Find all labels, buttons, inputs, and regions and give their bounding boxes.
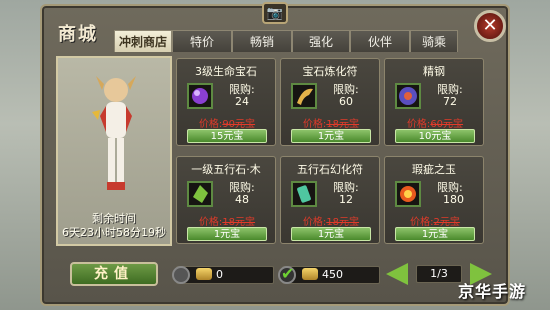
item-card[interactable]: 精钢 限购: 72 价格:60元宝 10元宝 — [384, 58, 484, 146]
steel-orb-icon — [395, 83, 421, 109]
currency-box-1 — [176, 266, 274, 284]
recharge-button[interactable]: 充值 — [70, 262, 158, 286]
buy-button[interactable]: 1元宝 — [395, 227, 475, 241]
item-card[interactable]: 宝石炼化符 限购: 60 价格:18元宝 1元宝 — [280, 58, 380, 146]
item-name: 五行石幻化符 — [297, 163, 363, 176]
tab-sprint-shop[interactable]: 冲刺商店 — [114, 30, 172, 52]
currency-value-1: 0 — [216, 268, 223, 281]
page-indicator: 1/3 — [416, 265, 462, 283]
character-portrait — [92, 76, 136, 190]
purple-gem-icon — [187, 83, 213, 109]
limit-value: 180 — [443, 193, 464, 206]
tab-bar: 冲刺商店 特价 畅销 强化 伙伴 骑乘 — [114, 30, 458, 52]
prev-page-arrow-icon[interactable] — [386, 263, 408, 285]
item-card[interactable]: 瑕疵之玉 限购: 180 价格:2元宝 1元宝 — [384, 156, 484, 244]
limit-value: 72 — [443, 95, 457, 108]
item-grid: 3级生命宝石 限购: 24 价格:90元宝 15元宝 宝石炼化符 限购: 60 … — [176, 58, 484, 246]
price-line: 价格:90元宝 — [179, 115, 275, 130]
limit-value: 48 — [235, 193, 249, 206]
fire-jade-icon — [395, 181, 421, 207]
price-line: 价格:2元宝 — [387, 213, 483, 228]
price-line: 价格:18元宝 — [283, 115, 379, 130]
watermark: 京华手游 — [458, 282, 527, 301]
currency-radio-1[interactable] — [172, 266, 190, 284]
buy-button[interactable]: 15元宝 — [187, 129, 267, 143]
tab-enhance[interactable]: 强化 — [292, 30, 350, 52]
tab-partner[interactable]: 伙伴 — [350, 30, 410, 52]
window-title: 商城 — [58, 24, 98, 45]
item-card[interactable]: 3级生命宝石 限购: 24 价格:90元宝 15元宝 — [176, 58, 276, 146]
checkmark-icon: ✔ — [281, 264, 295, 283]
close-button[interactable]: ✕ — [474, 10, 506, 42]
gold-ingot-icon — [196, 268, 212, 280]
item-name: 一级五行石·木 — [191, 163, 261, 176]
item-card[interactable]: 一级五行石·木 限购: 48 价格:18元宝 1元宝 — [176, 156, 276, 244]
item-name: 精钢 — [423, 65, 445, 78]
tab-bestseller[interactable]: 畅销 — [232, 30, 292, 52]
gold-ingot-icon — [302, 268, 318, 280]
limit-value: 24 — [235, 95, 249, 108]
item-name: 宝石炼化符 — [302, 65, 358, 78]
currency-radio-2[interactable]: ✔ — [278, 264, 296, 284]
buy-button[interactable]: 10元宝 — [395, 129, 475, 143]
currency-value-2: 450 — [322, 268, 343, 281]
tab-mount[interactable]: 骑乘 — [410, 30, 458, 52]
promo-panel: 剩余时间 6天23小时58分19秒 — [56, 56, 172, 246]
buy-button[interactable]: 1元宝 — [187, 227, 267, 241]
item-name: 瑕疵之玉 — [412, 163, 456, 176]
camera-icon[interactable]: 📷 — [262, 2, 288, 24]
tab-special[interactable]: 特价 — [172, 30, 232, 52]
remaining-time-value: 6天23小时58分19秒 — [62, 226, 166, 239]
buy-button[interactable]: 1元宝 — [291, 227, 371, 241]
item-name: 3级生命宝石 — [195, 65, 257, 78]
limit-value: 60 — [339, 95, 353, 108]
price-line: 价格:18元宝 — [179, 213, 275, 228]
green-stone-icon — [187, 181, 213, 207]
horn-scroll-icon — [291, 83, 317, 109]
jade-talisman-icon — [291, 181, 317, 207]
price-line: 价格:18元宝 — [283, 213, 379, 228]
buy-button[interactable]: 1元宝 — [291, 129, 371, 143]
price-line: 价格:60元宝 — [387, 115, 483, 130]
item-card[interactable]: 五行石幻化符 限购: 12 价格:18元宝 1元宝 — [280, 156, 380, 244]
limit-value: 12 — [339, 193, 353, 206]
